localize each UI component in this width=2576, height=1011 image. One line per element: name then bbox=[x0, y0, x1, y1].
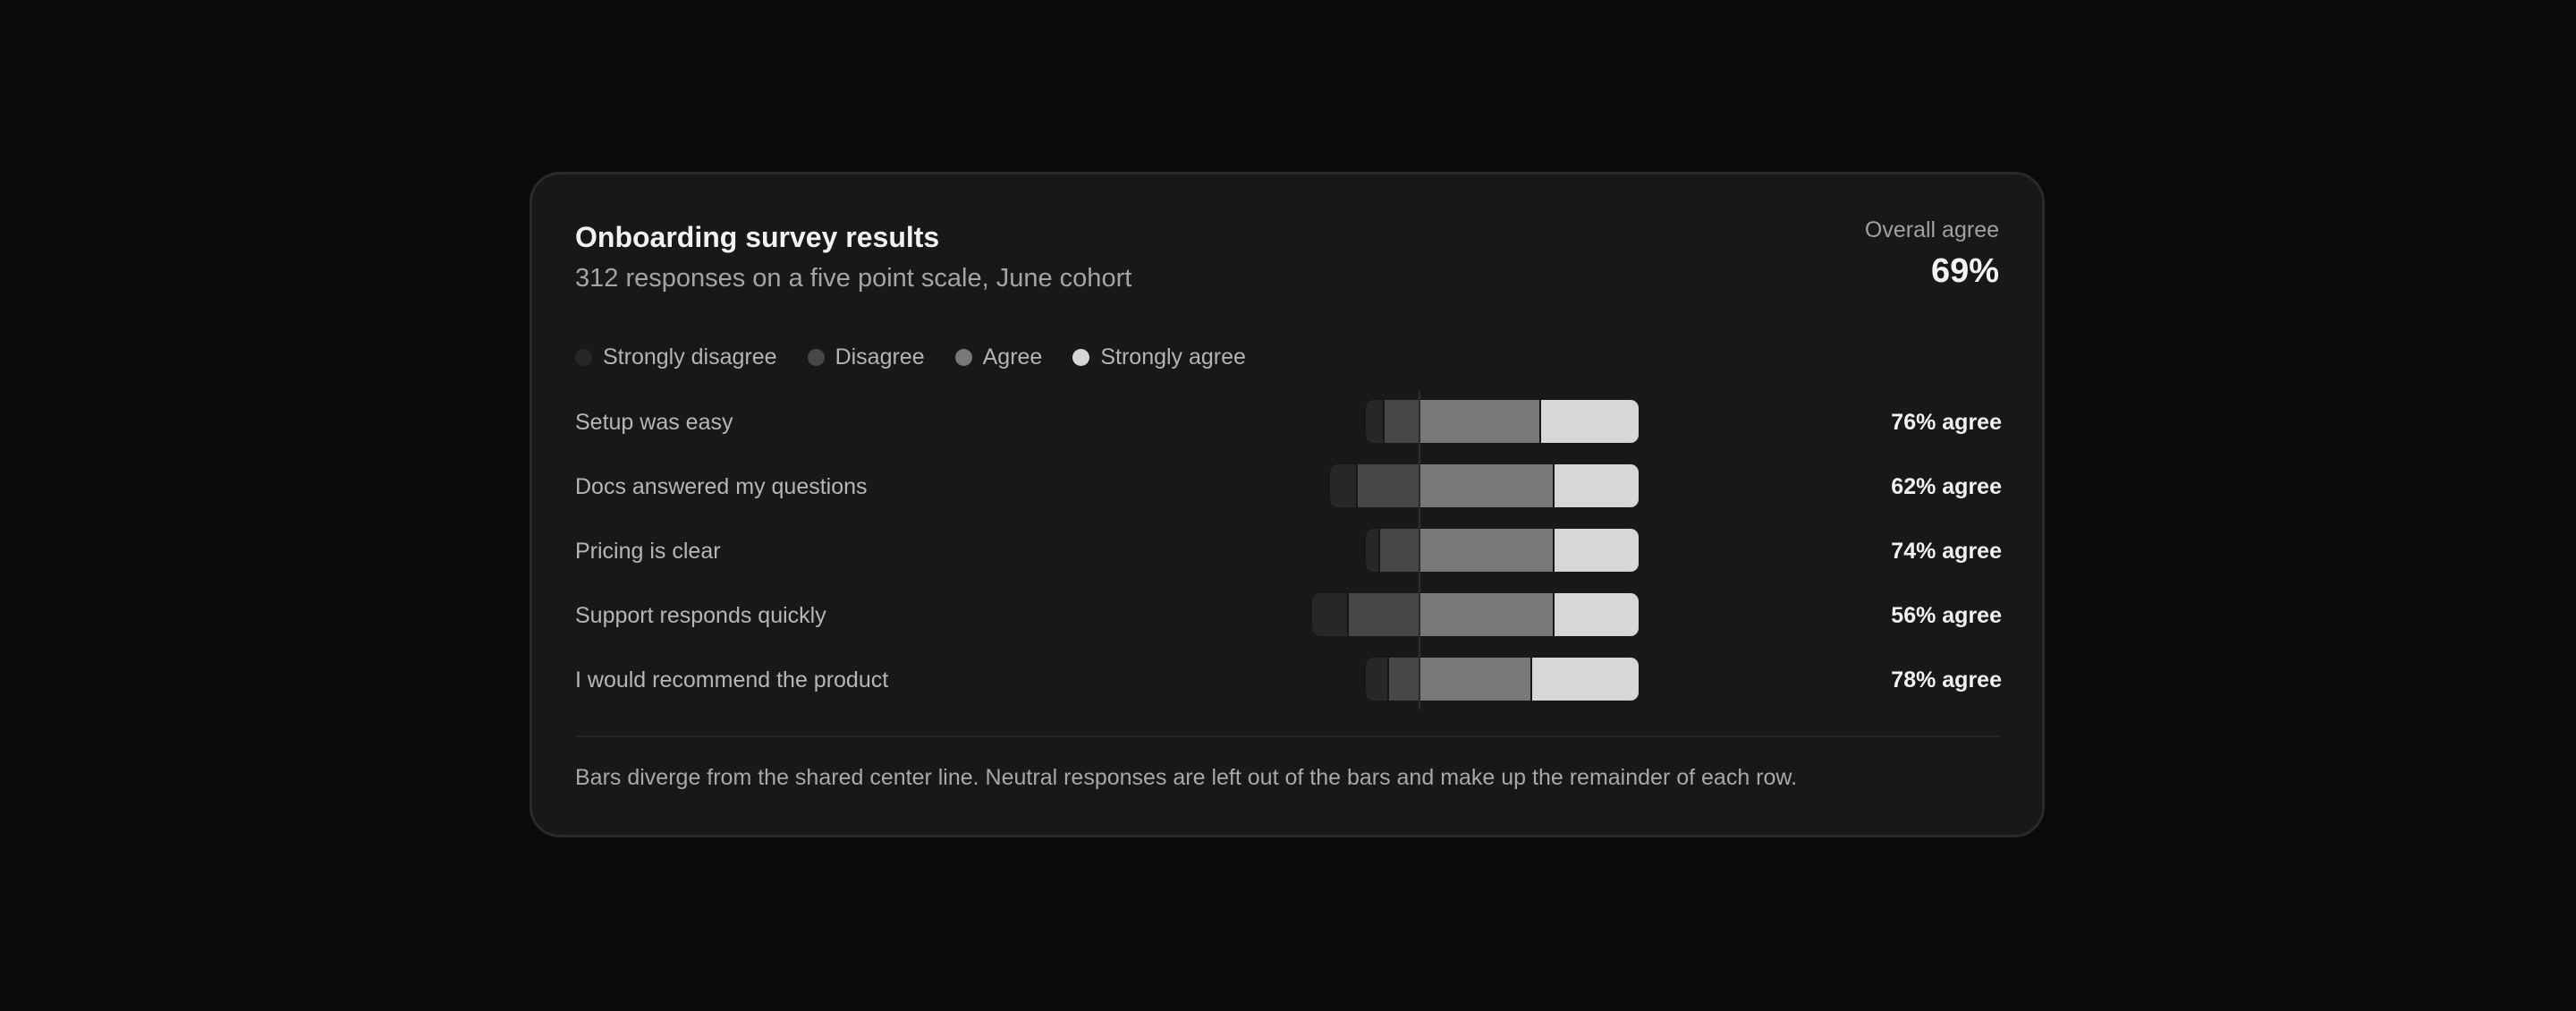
bar-segment-strongly-disagree-setup-was-easy bbox=[1366, 400, 1384, 443]
bar-segment-disagree-support-responds-quickly bbox=[1348, 593, 1419, 636]
segment-separator bbox=[1387, 658, 1389, 701]
bar-row-pricing-is-clear bbox=[1366, 529, 1639, 572]
bar-segment-strongly-disagree-docs-answered-my-questions bbox=[1330, 464, 1357, 507]
segment-separator bbox=[1530, 658, 1532, 701]
survey-card: Onboarding survey results 312 responses … bbox=[530, 172, 2045, 837]
bar-row-setup-was-easy bbox=[1366, 400, 1639, 443]
footer-divider bbox=[575, 735, 1999, 737]
center-line bbox=[1419, 391, 1420, 709]
bar-segment-strongly-agree-i-would-recommend-the-product bbox=[1531, 658, 1639, 701]
bar-segment-agree-i-would-recommend-the-product bbox=[1419, 658, 1531, 701]
category-label-i-would-recommend-the-product: I would recommend the product bbox=[575, 667, 888, 692]
bar-row-support-responds-quickly bbox=[1312, 593, 1639, 636]
row-agree-label-setup-was-easy: 76% agree bbox=[1891, 410, 2002, 435]
bar-segment-disagree-setup-was-easy bbox=[1384, 400, 1419, 443]
segment-separator bbox=[1383, 400, 1385, 443]
chart-footnote: Bars diverge from the shared center line… bbox=[575, 765, 1798, 790]
segment-separator bbox=[1539, 400, 1541, 443]
segment-separator bbox=[1356, 464, 1358, 507]
category-label-setup-was-easy: Setup was easy bbox=[575, 410, 733, 435]
category-label-pricing-is-clear: Pricing is clear bbox=[575, 539, 721, 564]
bar-segment-disagree-docs-answered-my-questions bbox=[1357, 464, 1419, 507]
bar-segment-agree-setup-was-easy bbox=[1419, 400, 1540, 443]
bar-segment-agree-support-responds-quickly bbox=[1419, 593, 1554, 636]
bar-segment-strongly-agree-pricing-is-clear bbox=[1554, 529, 1639, 572]
segment-separator bbox=[1378, 529, 1380, 572]
bar-segment-strongly-agree-docs-answered-my-questions bbox=[1554, 464, 1639, 507]
category-label-docs-answered-my-questions: Docs answered my questions bbox=[575, 474, 868, 499]
bar-segment-strongly-agree-support-responds-quickly bbox=[1554, 593, 1639, 636]
category-label-support-responds-quickly: Support responds quickly bbox=[575, 603, 826, 628]
row-agree-label-support-responds-quickly: 56% agree bbox=[1891, 603, 2002, 628]
segment-separator bbox=[1553, 593, 1555, 636]
row-agree-label-i-would-recommend-the-product: 78% agree bbox=[1891, 667, 2002, 692]
segment-separator bbox=[1553, 529, 1555, 572]
bar-segment-strongly-disagree-pricing-is-clear bbox=[1366, 529, 1379, 572]
segment-separator bbox=[1553, 464, 1555, 507]
bar-segment-strongly-disagree-i-would-recommend-the-product bbox=[1366, 658, 1388, 701]
bar-segment-strongly-disagree-support-responds-quickly bbox=[1312, 593, 1348, 636]
bar-segment-agree-pricing-is-clear bbox=[1419, 529, 1554, 572]
bar-segment-disagree-i-would-recommend-the-product bbox=[1388, 658, 1419, 701]
segment-separator bbox=[1347, 593, 1349, 636]
bar-row-i-would-recommend-the-product bbox=[1366, 658, 1639, 701]
bar-segment-agree-docs-answered-my-questions bbox=[1419, 464, 1554, 507]
row-agree-label-pricing-is-clear: 74% agree bbox=[1891, 539, 2002, 564]
bar-segment-disagree-pricing-is-clear bbox=[1379, 529, 1419, 572]
bar-segment-strongly-agree-setup-was-easy bbox=[1540, 400, 1639, 443]
row-agree-label-docs-answered-my-questions: 62% agree bbox=[1891, 474, 2002, 499]
bar-row-docs-answered-my-questions bbox=[1330, 464, 1639, 507]
